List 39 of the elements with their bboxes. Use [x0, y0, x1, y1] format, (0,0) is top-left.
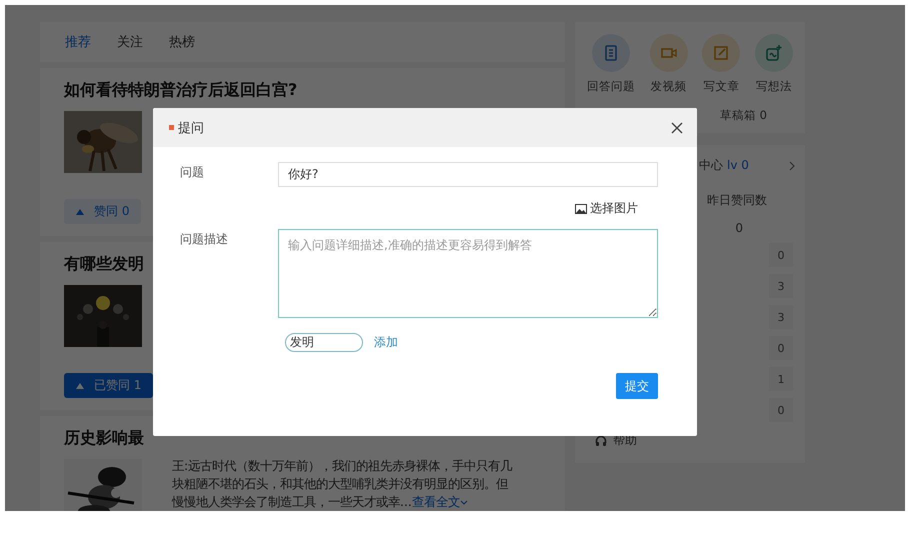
add-thought-icon [764, 43, 784, 63]
headset-icon [595, 434, 607, 446]
add-tag-link[interactable]: 添加 [374, 334, 398, 351]
drafts-link[interactable]: 草稿箱 0 [720, 108, 767, 123]
article-title: 历史影响最 [64, 428, 145, 449]
feed-tab[interactable]: 热榜 [169, 33, 195, 51]
upvote-button[interactable]: 已赞同 1 [64, 373, 154, 398]
count-value: 3 [769, 274, 793, 298]
square-marker-icon [169, 125, 174, 130]
stat-value: 0 [735, 221, 743, 235]
feed-tab[interactable]: 关注 [117, 33, 143, 51]
question-field[interactable]: 你好? [278, 162, 658, 187]
field-label: 问题描述 [180, 231, 229, 248]
count-value: 1 [769, 367, 793, 391]
chevron-down-icon [460, 500, 468, 506]
creator-center-link[interactable]: 中心 lv 0 [699, 157, 749, 174]
close-icon [671, 122, 683, 134]
article-title: 如何看待特朗普治疗后返回白宫? [64, 80, 298, 101]
triangle-up-icon [76, 382, 84, 388]
read-more-link[interactable]: 查看全文 [412, 494, 468, 509]
submit-button[interactable]: 提交 [616, 373, 658, 399]
feed-tab[interactable]: 推荐 [65, 33, 91, 51]
tag-field[interactable]: 发明 [285, 333, 363, 352]
upvote-button[interactable]: 赞同 0 [64, 199, 142, 224]
stat-label: 昨日赞同数 [707, 192, 767, 209]
close-button[interactable] [671, 122, 683, 134]
count-value: 0 [769, 243, 793, 267]
image-icon [575, 204, 587, 214]
chevron-right-icon[interactable] [789, 160, 795, 170]
article-title: 有哪些发明 [64, 254, 145, 275]
description-field[interactable]: 输入问题详细描述,准确的描述更容易得到解答 [278, 229, 658, 318]
count-value: 3 [769, 305, 793, 329]
triangle-up-icon [76, 208, 84, 214]
count-value: 0 [769, 398, 793, 422]
article-excerpt: 王:远古时代（数十万年前），我们的祖先赤身裸体，手中只有几块粗陋不堪的石头，和其他的大型哺乳类并没有明显的区别。但慢慢地人类学会了制造工具，一些天才或幸...查看全文 [172, 457, 514, 511]
field-label: 问题 [180, 164, 205, 181]
dialog-title: 提问 [178, 120, 204, 136]
count-value: 0 [769, 336, 793, 360]
choose-image-button[interactable]: 选择图片 [180, 200, 638, 217]
